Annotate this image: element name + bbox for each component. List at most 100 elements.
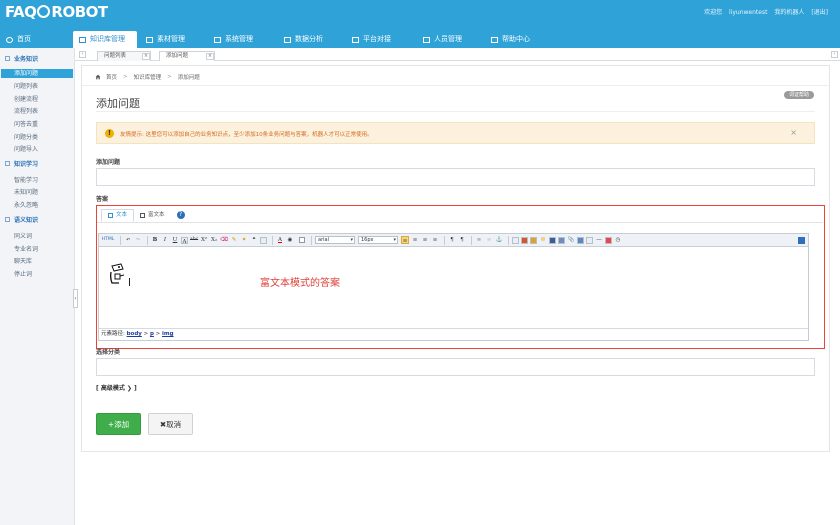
time-icon[interactable]: ◷ <box>614 236 622 244</box>
text-direction-rtl-icon[interactable]: ¶ <box>458 236 466 244</box>
nav-knowledge-base[interactable]: 知识库管理 <box>73 31 137 48</box>
nav-help[interactable]: 帮助中心 <box>485 31 536 48</box>
video-icon[interactable] <box>549 236 556 244</box>
underline-icon[interactable]: U <box>171 236 179 244</box>
sidebar-section-semantic[interactable]: 语义知识 <box>5 215 38 224</box>
logout-link[interactable]: [退出] <box>811 9 828 16</box>
nav-data-analysis[interactable]: 数据分析 <box>278 31 329 48</box>
sidebar-item-smart-learning[interactable]: 智能学习 <box>14 175 38 184</box>
toolbar-separator <box>147 235 148 245</box>
font-border-icon[interactable]: A <box>181 236 188 245</box>
nav-materials[interactable]: 素材管理 <box>140 31 191 48</box>
sidebar-item-create-flow[interactable]: 创建流程 <box>14 94 38 103</box>
horizontal-rule-icon[interactable]: — <box>595 236 603 244</box>
frame-icon[interactable] <box>586 236 593 244</box>
eraser-icon[interactable]: ⌫ <box>220 236 228 244</box>
question-input[interactable] <box>96 168 815 186</box>
nav-staff[interactable]: 人员管理 <box>417 31 468 48</box>
font-color-icon[interactable]: A <box>276 236 284 244</box>
sidebar-collapse-handle[interactable]: ‹ <box>73 289 78 308</box>
sidebar-item-question-list[interactable]: 问题列表 <box>14 81 38 90</box>
add-button[interactable]: +添加 <box>96 413 141 435</box>
superscript-icon[interactable]: X² <box>200 236 208 244</box>
align-center-icon[interactable]: ≡ <box>411 236 419 244</box>
tab-prev-arrow[interactable]: ‹ <box>79 51 86 58</box>
text-direction-ltr-icon[interactable]: ¶ <box>448 236 456 244</box>
multi-image-icon[interactable] <box>530 236 537 244</box>
align-right-icon[interactable]: ≡ <box>421 236 429 244</box>
source-code-button[interactable]: HTML <box>101 236 115 244</box>
category-select[interactable] <box>96 358 815 376</box>
align-justify-icon[interactable]: ≡ <box>431 236 439 244</box>
nav-system[interactable]: 系统管理 <box>208 31 259 48</box>
editor-body[interactable]: 富文本模式的答案 <box>99 248 808 328</box>
breadcrumb-knowledge[interactable]: 知识库管理 <box>134 73 162 81</box>
sidebar-item-category[interactable]: 问题分类 <box>14 132 38 141</box>
redo-icon[interactable]: ↷ <box>134 236 142 244</box>
auto-format-icon[interactable]: ✦ <box>240 236 248 244</box>
music-icon[interactable] <box>558 236 565 244</box>
sidebar-section-title: 知识学习 <box>14 161 39 168</box>
help-badge[interactable]: 词证帮助 <box>783 91 814 99</box>
nav-materials-label: 素材管理 <box>157 35 185 43</box>
advanced-mode-toggle[interactable]: [ 高级模式 ❯ ] <box>96 383 137 392</box>
bold-icon[interactable]: B <box>151 236 159 244</box>
nav-home[interactable]: 首页 <box>0 31 37 48</box>
faq-robot-logo[interactable]: FAQ ROBOT <box>5 4 117 20</box>
checkbox-icon[interactable] <box>299 237 305 243</box>
sidebar-section-learning[interactable]: 知识学习 <box>5 159 38 168</box>
map-icon[interactable] <box>577 236 584 244</box>
sidebar-section-business[interactable]: 业务知识 <box>5 54 38 63</box>
collapse-box-icon <box>5 161 10 166</box>
help-icon[interactable]: ? <box>176 211 185 219</box>
sidebar-item-terms[interactable]: 专业名词 <box>14 244 38 253</box>
sidebar-item-unknown[interactable]: 未知问题 <box>14 187 38 196</box>
close-icon[interactable]: × <box>790 128 797 137</box>
link-icon[interactable]: ∞ <box>475 236 483 244</box>
path-body[interactable]: body <box>127 331 142 337</box>
sidebar-item-dedupe[interactable]: 问答去重 <box>14 119 38 128</box>
cancel-button[interactable]: ✖取消 <box>148 413 193 435</box>
sidebar-item-flow-list[interactable]: 流程列表 <box>14 106 38 115</box>
undo-icon[interactable]: ↶ <box>124 236 132 244</box>
sidebar-item-chat[interactable]: 聊天库 <box>14 256 32 265</box>
sidebar-item-add-question[interactable]: 添加问题 <box>1 69 73 78</box>
top-bar: FAQ ROBOT 欢迎您 liyunwentest 我的机器人 [退出] <box>0 0 840 31</box>
table-icon[interactable] <box>260 236 267 244</box>
tab-add-question[interactable]: 添加问题 × <box>159 51 215 61</box>
path-img[interactable]: img <box>162 331 174 337</box>
sidebar-item-ignored[interactable]: 永久忽略 <box>14 200 38 209</box>
nav-platform[interactable]: 平台对接 <box>346 31 397 48</box>
anchor-icon[interactable]: ⚓ <box>495 236 503 244</box>
italic-icon[interactable]: I <box>161 236 169 244</box>
fullscreen-icon[interactable] <box>798 237 805 244</box>
font-family-select[interactable]: arial <box>315 236 355 244</box>
align-left-icon[interactable]: ≡ <box>401 236 409 244</box>
tab-text[interactable]: 文本 <box>101 209 135 222</box>
username-link[interactable]: liyunwentest <box>729 9 767 16</box>
close-icon[interactable]: × <box>206 53 214 60</box>
my-robot-link[interactable]: 我的机器人 <box>774 9 804 16</box>
strikethrough-icon[interactable]: abc <box>190 236 198 244</box>
font-size-select[interactable]: 16px <box>358 236 398 244</box>
tab-next-arrow[interactable]: › <box>831 51 838 58</box>
image-icon[interactable] <box>521 236 528 244</box>
sidebar-item-import[interactable]: 问题导入 <box>14 144 38 153</box>
format-brush-icon[interactable]: ✎ <box>230 236 238 244</box>
close-icon[interactable]: × <box>142 53 150 60</box>
background-color-icon[interactable]: ◉ <box>286 236 294 244</box>
tab-question-list[interactable]: 问题列表 × <box>97 51 151 61</box>
tab-rich-text[interactable]: 富文本 <box>134 209 171 222</box>
nav-system-label: 系统管理 <box>225 35 253 43</box>
sidebar-item-stopwords[interactable]: 停止词 <box>14 269 32 278</box>
sidebar-item-synonyms[interactable]: 同义词 <box>14 231 32 240</box>
subscript-icon[interactable]: X₂ <box>210 236 218 244</box>
robot-image[interactable] <box>109 263 127 285</box>
date-icon[interactable] <box>605 236 612 244</box>
quote-icon[interactable]: ❝ <box>250 236 258 244</box>
breadcrumb-home[interactable]: 首页 <box>106 73 117 81</box>
unlink-icon[interactable]: ∞ <box>485 236 493 244</box>
attachment-icon[interactable]: 📎 <box>567 236 575 244</box>
image-float-icon[interactable] <box>512 236 519 244</box>
emoji-icon[interactable]: ☺ <box>539 236 547 244</box>
